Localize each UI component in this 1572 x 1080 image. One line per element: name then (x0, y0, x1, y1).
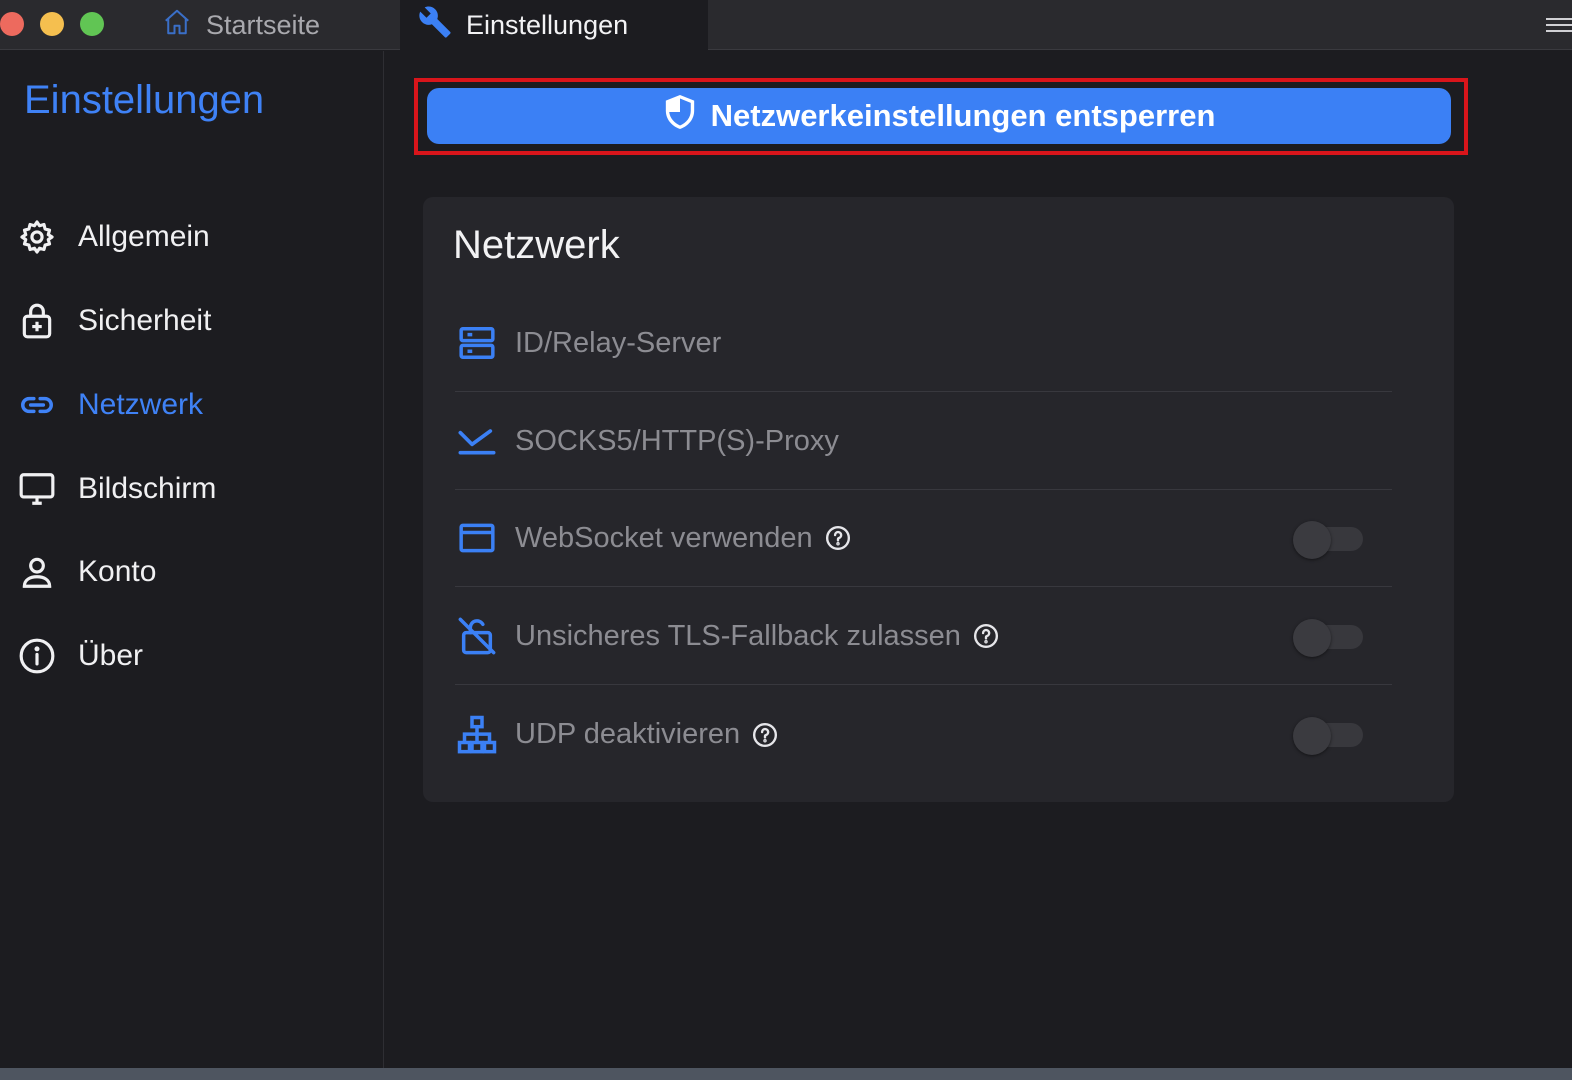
sidebar-item-konto[interactable]: Konto (18, 547, 156, 597)
sidebar-item-ueber[interactable]: Über (18, 631, 143, 681)
unlock-network-settings-button[interactable]: Netzwerkeinstellungen entsperren (427, 88, 1451, 144)
sidebar-title: Einstellungen (24, 78, 265, 122)
help-icon[interactable] (973, 623, 999, 649)
hamburger-menu-icon[interactable] (1546, 12, 1572, 38)
tls-fallback-toggle[interactable] (1293, 619, 1367, 657)
desktop-background-strip (0, 1068, 1572, 1080)
server-icon (455, 321, 499, 365)
shield-icon (663, 93, 697, 139)
sidebar-item-label: Netzwerk (78, 388, 204, 421)
help-icon[interactable] (752, 722, 778, 748)
user-icon (18, 553, 56, 591)
gear-icon (18, 218, 56, 256)
panel-title: Netzwerk (453, 223, 620, 267)
settings-row-tls-fallback: Unsicheres TLS-Fallback zulassen (455, 588, 1392, 685)
unlock-button-label: Netzwerkeinstellungen entsperren (710, 98, 1216, 133)
link-icon (18, 386, 56, 424)
udp-toggle[interactable] (1293, 717, 1367, 755)
home-icon (162, 7, 192, 44)
window-icon (455, 516, 499, 560)
settings-row-udp: UDP deaktivieren (455, 686, 1392, 783)
tab-label: Startseite (206, 9, 321, 40)
sidebar-item-label: Bildschirm (78, 472, 217, 505)
sidebar-item-bildschirm[interactable]: Bildschirm (18, 464, 216, 514)
settings-row-proxy[interactable]: SOCKS5/HTTP(S)-Proxy (455, 393, 1392, 490)
row-label: UDP deaktivieren (515, 718, 741, 750)
help-icon[interactable] (825, 525, 851, 551)
tab-einstellungen[interactable]: Einstellungen (400, 0, 708, 50)
sidebar-item-netzwerk[interactable]: Netzwerk (18, 380, 203, 430)
lock-off-icon (455, 614, 499, 658)
network-settings-panel: Netzwerk ID/Relay-Server SOCKS5/HTTP(S)-… (423, 197, 1454, 802)
sidebar-item-sicherheit[interactable]: Sicherheit (18, 296, 211, 346)
info-icon (18, 637, 56, 675)
title-bar: Startseite Einstellungen (0, 0, 1572, 50)
zoom-window-button[interactable] (80, 12, 104, 36)
proxy-icon (455, 419, 499, 463)
row-label: SOCKS5/HTTP(S)-Proxy (515, 424, 839, 457)
tab-label: Einstellungen (466, 9, 629, 40)
sidebar-item-label: Konto (78, 555, 157, 588)
close-window-button[interactable] (0, 12, 24, 36)
monitor-icon (18, 470, 56, 508)
sidebar: Einstellungen Allgemein Sicherheit Netzw… (0, 51, 384, 1080)
sidebar-item-label: Über (78, 639, 144, 672)
sidebar-item-allgemein[interactable]: Allgemein (18, 212, 210, 262)
row-label: Unsicheres TLS-Fallback zulassen (515, 619, 961, 652)
sidebar-item-label: Allgemein (78, 220, 210, 253)
row-label: ID/Relay-Server (515, 326, 722, 359)
minimize-window-button[interactable] (40, 12, 64, 36)
row-label: WebSocket verwenden (515, 521, 813, 554)
settings-row-relay-server[interactable]: ID/Relay-Server (455, 295, 1392, 392)
sidebar-item-label: Sicherheit (78, 304, 212, 337)
settings-row-websocket: WebSocket verwenden (455, 490, 1392, 587)
tab-startseite[interactable]: Startseite (162, 0, 320, 50)
lock-plus-icon (18, 302, 56, 340)
network-tree-icon (455, 713, 499, 757)
websocket-toggle[interactable] (1293, 521, 1367, 559)
wrench-icon (418, 5, 452, 46)
